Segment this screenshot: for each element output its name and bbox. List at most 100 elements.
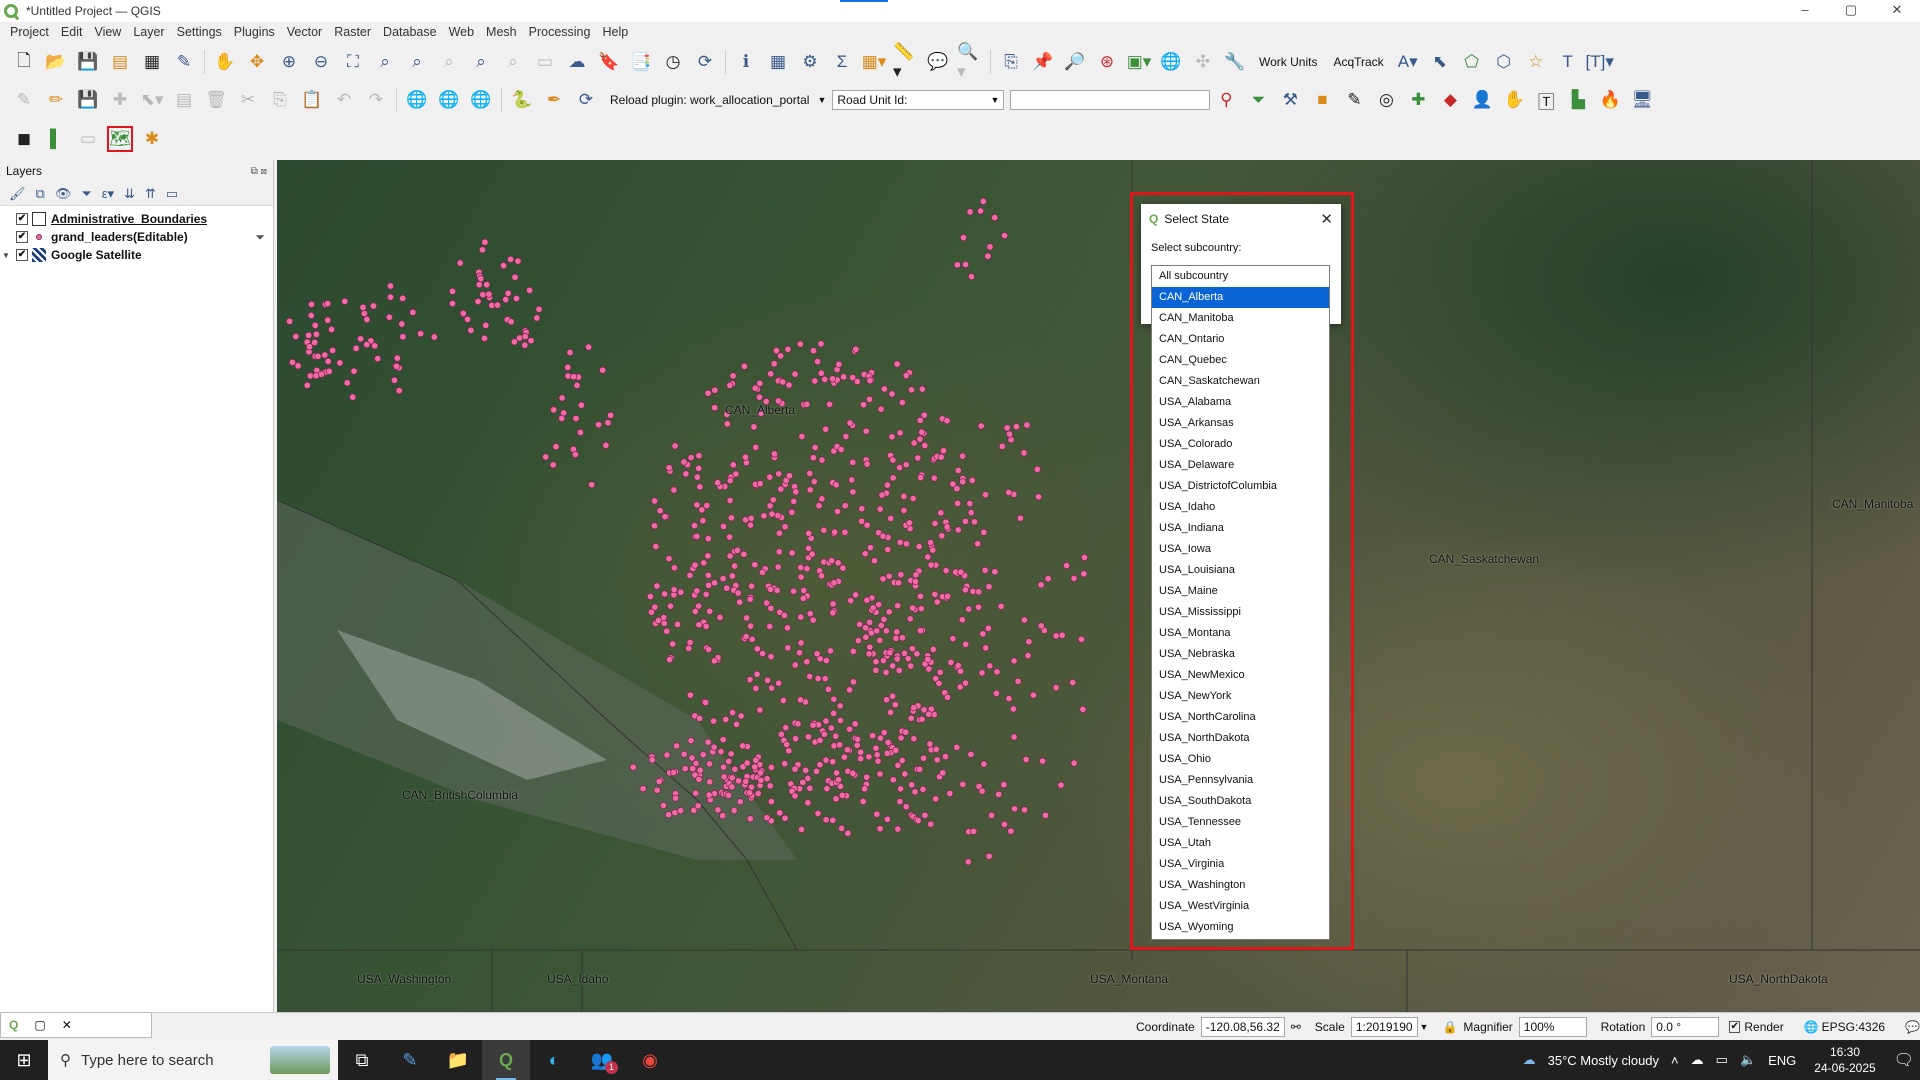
snapping-icon[interactable]: ✣ [1190,49,1216,75]
layer-block-icon[interactable]: ▙ [1565,87,1591,113]
acqtrack-button[interactable]: AcqTrack [1333,55,1383,69]
layer-filter-icon[interactable]: ⏷ [255,230,265,245]
python-console-icon[interactable]: 🐍 [509,87,535,113]
close-icon[interactable]: ✕ [62,1018,72,1032]
pen-app-icon[interactable]: ✎ [386,1040,434,1080]
weather-text[interactable]: 35°C Mostly cloudy [1548,1053,1659,1068]
redo-icon[interactable]: ↷ [363,87,389,113]
menu-processing[interactable]: Processing [523,25,597,39]
paste-features-icon[interactable]: 📋 [299,87,325,113]
subcountry-option[interactable]: USA_NorthCarolina [1152,707,1329,728]
filter-icon[interactable]: ⏷ [1245,87,1271,113]
subcountry-option[interactable]: CAN_Alberta [1152,287,1329,308]
road-unit-combo[interactable]: Road Unit Id: ▼ [832,90,1005,110]
rotation-field[interactable]: 0.0 ° [1651,1016,1720,1037]
subcountry-option[interactable]: USA_Utah [1152,833,1329,854]
menu-vector[interactable]: Vector [281,25,328,39]
people-plugin-icon[interactable]: ✱ [139,126,165,152]
maximize-button[interactable]: ▢ [1828,0,1874,22]
tray-expand-icon[interactable]: ˄ [1671,1053,1679,1068]
map-tips-icon[interactable]: 💬 [925,49,951,75]
edge-browser-icon[interactable]: ◐ [530,1040,578,1080]
digitize-shape-icon[interactable]: ⬠ [1459,49,1485,75]
locate-road-unit-icon[interactable]: ⚲ [1213,87,1239,113]
add-xyz-layer-icon[interactable]: 🌐 [468,87,494,113]
split-icon[interactable]: ◆ [1437,87,1463,113]
qgis-taskbar-icon[interactable]: Q [482,1040,530,1080]
subcountry-option[interactable]: USA_Indiana [1152,518,1329,539]
subcountry-option[interactable]: USA_Colorado [1152,434,1329,455]
pan-to-selection-icon[interactable]: ✥ [244,49,270,75]
filter-expression-icon[interactable]: ε▾ [102,186,114,202]
layer-visibility-checkbox[interactable]: ✔ [16,231,28,243]
minimize-button[interactable]: – [1782,0,1828,22]
scale-field[interactable]: 1:2019190 [1350,1016,1418,1037]
subcountry-option[interactable]: USA_Washington [1152,875,1329,896]
menu-help[interactable]: Help [596,25,634,39]
subcountry-option[interactable]: USA_Idaho [1152,497,1329,518]
messages-icon[interactable]: 💬 [1905,1020,1920,1034]
cut-features-icon[interactable]: ✂ [235,87,261,113]
subcountry-option[interactable]: USA_Arkansas [1152,413,1329,434]
zoom-to-layer-icon[interactable]: ⌕ [404,49,430,75]
add-wfs-layer-icon[interactable]: 🌐 [436,87,462,113]
monitor-icon[interactable]: 🖥 [1629,87,1655,113]
subcountry-option[interactable]: USA_Tennessee [1152,812,1329,833]
subcountry-option[interactable]: USA_Maine [1152,581,1329,602]
undo-icon[interactable]: ↶ [331,87,357,113]
reload-plugin-button[interactable]: Reload plugin: work_allocation_portal [610,93,809,107]
panel-float-close-icon[interactable]: ⧉ ⊠ [251,166,267,177]
menu-raster[interactable]: Raster [328,25,377,39]
highlight-icon[interactable]: ■ [1309,87,1335,113]
extents-toggle-icon[interactable]: ⚯ [1291,1020,1301,1034]
file-explorer-icon[interactable]: 📁 [434,1040,482,1080]
style-manager-icon[interactable]: ✎ [171,49,197,75]
show-bookmarks-icon[interactable]: 📑 [628,49,654,75]
menu-mesh[interactable]: Mesh [480,25,523,39]
modify-attributes-icon[interactable]: ▤ [171,87,197,113]
volume-icon[interactable]: 🔈 [1740,1052,1756,1068]
open-project-icon[interactable]: 📂 [43,49,69,75]
grid-icon[interactable]: ✚ [1405,87,1431,113]
label-tool-icon[interactable]: A▾ [1395,49,1421,75]
save-project-icon[interactable]: 💾 [75,49,101,75]
add-feature-icon[interactable]: ✚ [107,87,133,113]
add-group-icon[interactable]: ⧉ [36,186,45,202]
reload-plugin-icon[interactable]: ⟳ [573,87,599,113]
processing-toolbox-icon[interactable]: ⚙ [797,49,823,75]
manage-visibility-icon[interactable]: 👁 [55,186,72,202]
lock-scale-icon[interactable]: 🔒 [1442,1020,1457,1034]
close-icon[interactable]: ✕ [1320,210,1333,228]
subcountry-option[interactable]: USA_Virginia [1152,854,1329,875]
subcountry-option[interactable]: USA_NewMexico [1152,665,1329,686]
task-view-icon[interactable]: ⧉ [338,1040,386,1080]
subcountry-option[interactable]: USA_Wyoming [1152,917,1329,938]
layer-row-grand-leaders[interactable]: ✔ grand_leaders(Editable) ⏷ [0,228,273,246]
zoom-next-icon[interactable]: ⌕ [500,49,526,75]
collapse-all-icon[interactable]: ⇈ [145,186,156,202]
filter-legend-icon[interactable]: ⏷ [81,186,91,202]
subcountry-option[interactable]: USA_Alabama [1152,392,1329,413]
identify-features-icon[interactable]: ℹ [733,49,759,75]
layer-visibility-checkbox[interactable]: ✔ [16,249,28,261]
pan-map-icon[interactable]: ✋ [212,49,238,75]
minimized-window[interactable]: Q ▢ ✕ [0,1012,152,1038]
subcountry-option[interactable]: USA_Delaware [1152,455,1329,476]
pin-map-icon[interactable]: 📌 [1030,49,1056,75]
subcountry-option[interactable]: USA_Iowa [1152,539,1329,560]
expand-all-icon[interactable]: ⇊ [124,186,135,202]
coordinate-field[interactable]: -120.08,56.32 [1200,1016,1285,1037]
measure-line-icon[interactable]: 📏▾ [893,42,919,81]
statistics-summary-icon[interactable]: Σ [829,49,855,75]
subcountry-option[interactable]: USA_WestVirginia [1152,896,1329,917]
subcountry-option[interactable]: USA_Montana [1152,623,1329,644]
draw-icon[interactable]: ✎ [1341,87,1367,113]
scale-dropdown-icon[interactable]: ▼ [1420,1022,1429,1032]
road-unit-input[interactable] [1010,90,1211,110]
vertex-editor-icon[interactable]: ⬉▾ [139,87,165,113]
book-icon[interactable]: ▌ [43,126,69,152]
subcountry-option[interactable]: USA_SouthDakota [1152,791,1329,812]
zoom-in-icon[interactable]: ⊕ [276,49,302,75]
zoom-native-icon[interactable]: ⌕ [436,49,462,75]
work-units-button[interactable]: Work Units [1259,55,1317,69]
